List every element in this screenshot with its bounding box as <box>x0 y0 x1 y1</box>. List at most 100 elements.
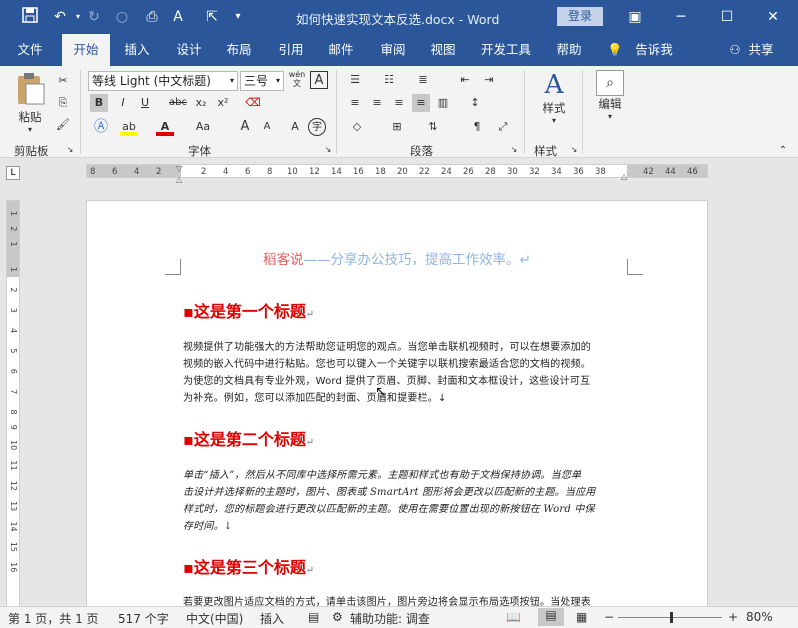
zoom-level[interactable]: 80% <box>746 610 773 624</box>
justify-icon[interactable]: ≡ <box>412 94 430 112</box>
styles-launcher-icon[interactable]: ↘ <box>568 144 580 156</box>
char-shading-icon[interactable]: A <box>286 118 304 136</box>
ribbon-display-icon[interactable]: ▣ <box>624 6 646 28</box>
subscript-button[interactable]: x₂ <box>192 94 210 112</box>
tab-file[interactable]: 文件 <box>10 34 50 66</box>
strikethrough-button[interactable]: abc <box>166 94 190 112</box>
cut-icon[interactable]: ✂ <box>54 72 72 90</box>
shrink-font-button[interactable]: A <box>258 118 276 136</box>
print-layout-icon[interactable]: ▤ <box>538 608 564 626</box>
heading-1[interactable]: ▪这是第一个标题↵ <box>183 298 314 322</box>
numbering-icon[interactable]: ☷ <box>380 71 398 89</box>
tab-home[interactable]: 开始 <box>62 34 110 66</box>
save-icon[interactable] <box>20 7 40 27</box>
paragraph-2[interactable]: 单击“插入”，然后从不同库中选择所需元素。主题和样式也有助于文档保持协调。当您单… <box>183 467 627 535</box>
borders-icon[interactable]: ⊞ <box>388 118 406 136</box>
clipboard-group-label: 剪贴板 <box>14 144 49 158</box>
page-header[interactable]: 稻客说——分享办公技巧，提高工作效率。↵ <box>263 248 531 268</box>
tab-view[interactable]: 视图 <box>422 34 464 66</box>
touch-mode-icon[interactable]: ⎙ <box>142 7 162 27</box>
line-spacing-icon[interactable]: ↕ <box>466 94 484 112</box>
login-button[interactable]: 登录 <box>557 7 603 26</box>
language[interactable]: 中文(中国) <box>186 610 243 627</box>
heading-2[interactable]: ▪这是第二个标题↵ <box>183 426 314 450</box>
change-case-button[interactable]: Aa <box>190 118 216 136</box>
paste-button[interactable]: 粘贴 ▾ <box>12 72 48 134</box>
align-right-icon[interactable]: ≡ <box>390 94 408 112</box>
tab-insert[interactable]: 插入 <box>116 34 158 66</box>
format-painter-icon[interactable]: 🖌 <box>54 116 72 134</box>
zoom-in-button[interactable]: + <box>728 610 738 624</box>
font-size-select[interactable]: 三号 ▾ <box>240 71 284 91</box>
highlight-icon[interactable]: ab <box>120 118 138 136</box>
align-center-icon[interactable]: ≡ <box>368 94 386 112</box>
font-launcher-icon[interactable]: ↘ <box>322 144 334 156</box>
bullets-icon[interactable]: ☰ <box>346 71 364 89</box>
styles-icon: A <box>544 70 564 100</box>
char-border-icon[interactable]: A <box>310 71 328 89</box>
shading-icon[interactable]: ◇ <box>348 118 366 136</box>
editing-button[interactable]: ⌕ 编辑 ▾ <box>592 70 628 136</box>
clipboard-launcher-icon[interactable]: ↘ <box>64 144 76 156</box>
phonetic-guide-icon[interactable]: wén 文 <box>288 70 306 88</box>
sort-icon[interactable]: ⇅ <box>424 118 442 136</box>
zoom-out-button[interactable]: − <box>604 610 614 624</box>
italic-button[interactable]: I <box>114 94 132 112</box>
underline-button[interactable]: U <box>136 94 154 112</box>
font-color-icon[interactable]: A <box>156 118 174 136</box>
accessibility-icon[interactable]: ⚙ <box>332 610 343 624</box>
tab-help[interactable]: 帮助 <box>548 34 590 66</box>
decrease-indent-icon[interactable]: ⇤ <box>456 71 474 89</box>
close-icon[interactable]: ✕ <box>762 6 784 28</box>
share-button[interactable]: 共享 <box>744 34 778 66</box>
undo-icon[interactable]: ↶ <box>50 7 70 27</box>
clear-formatting-icon[interactable]: ⌫ <box>244 94 262 112</box>
font-name-select[interactable]: 等线 Light (中文标题) ▾ <box>88 71 238 91</box>
align-left-icon[interactable]: ≡ <box>346 94 364 112</box>
superscript-button[interactable]: x² <box>214 94 232 112</box>
customize-qat-icon[interactable]: ▾ <box>228 7 248 27</box>
show-marks-icon[interactable]: ¶ <box>468 118 486 136</box>
paragraph-launcher-icon[interactable]: ↘ <box>508 144 520 156</box>
increase-indent-icon[interactable]: ⇥ <box>480 71 498 89</box>
minimize-icon[interactable]: ─ <box>670 6 692 28</box>
heading-3[interactable]: ▪这是第三个标题↵ <box>183 554 314 578</box>
read-mode-icon[interactable]: 📖 <box>506 610 521 624</box>
text-effects-icon[interactable]: Ⓐ <box>92 118 110 136</box>
select-icon[interactable]: ⇱ <box>202 7 222 27</box>
tab-selector-icon[interactable]: L <box>6 166 20 180</box>
paragraph-1[interactable]: 视频提供了功能强大的方法帮助您证明您的观点。当您单击联机视频时，可以在想要添加的… <box>183 339 627 407</box>
tell-me-input[interactable]: 告诉我 <box>630 34 678 66</box>
vertical-ruler[interactable]: 1 2 1 1 2 3 4 5 6 7 8 9 10 11 12 13 14 1… <box>6 200 20 610</box>
tab-review[interactable]: 审阅 <box>372 34 414 66</box>
insert-mode[interactable]: 插入 <box>260 610 284 627</box>
circle-icon[interactable]: ○ <box>112 7 132 27</box>
tab-references[interactable]: 引用 <box>270 34 312 66</box>
bold-button[interactable]: B <box>90 94 108 112</box>
styles-button[interactable]: A 样式 ▾ <box>532 70 576 136</box>
redo-icon[interactable]: ↻ <box>84 7 104 27</box>
web-layout-icon[interactable]: ▦ <box>576 610 587 624</box>
word-count[interactable]: 517 个字 <box>118 610 169 627</box>
hanging-indent-marker[interactable]: △ <box>176 175 182 184</box>
grow-font-button[interactable]: A <box>236 118 254 136</box>
accessibility-status[interactable]: 辅助功能: 调查 <box>350 610 430 627</box>
document-page[interactable]: 稻客说——分享办公技巧，提高工作效率。↵ ▪这是第一个标题↵ 视频提供了功能强大… <box>86 200 708 612</box>
page-count[interactable]: 第 1 页，共 1 页 <box>8 610 99 627</box>
zoom-slider-thumb[interactable] <box>670 612 673 623</box>
tab-mailings[interactable]: 邮件 <box>320 34 362 66</box>
tab-layout[interactable]: 布局 <box>218 34 260 66</box>
right-indent-marker[interactable]: △ <box>621 172 627 181</box>
asian-layout-icon[interactable]: ⤢ <box>494 118 512 136</box>
multilevel-list-icon[interactable]: ≣ <box>414 71 432 89</box>
enclose-char-button[interactable]: 字 <box>308 118 326 136</box>
first-line-indent-marker[interactable]: ▽ <box>176 164 182 173</box>
copy-icon[interactable]: ⎘ <box>54 94 72 112</box>
ruler-tick-label: 26 <box>463 167 474 177</box>
maximize-icon[interactable]: ☐ <box>716 6 738 28</box>
format-icon[interactable]: A <box>168 7 188 27</box>
distributed-icon[interactable]: ▥ <box>434 94 452 112</box>
tab-developer[interactable]: 开发工具 <box>476 34 536 66</box>
macro-record-icon[interactable]: ▤ <box>308 610 319 624</box>
tab-design[interactable]: 设计 <box>168 34 210 66</box>
